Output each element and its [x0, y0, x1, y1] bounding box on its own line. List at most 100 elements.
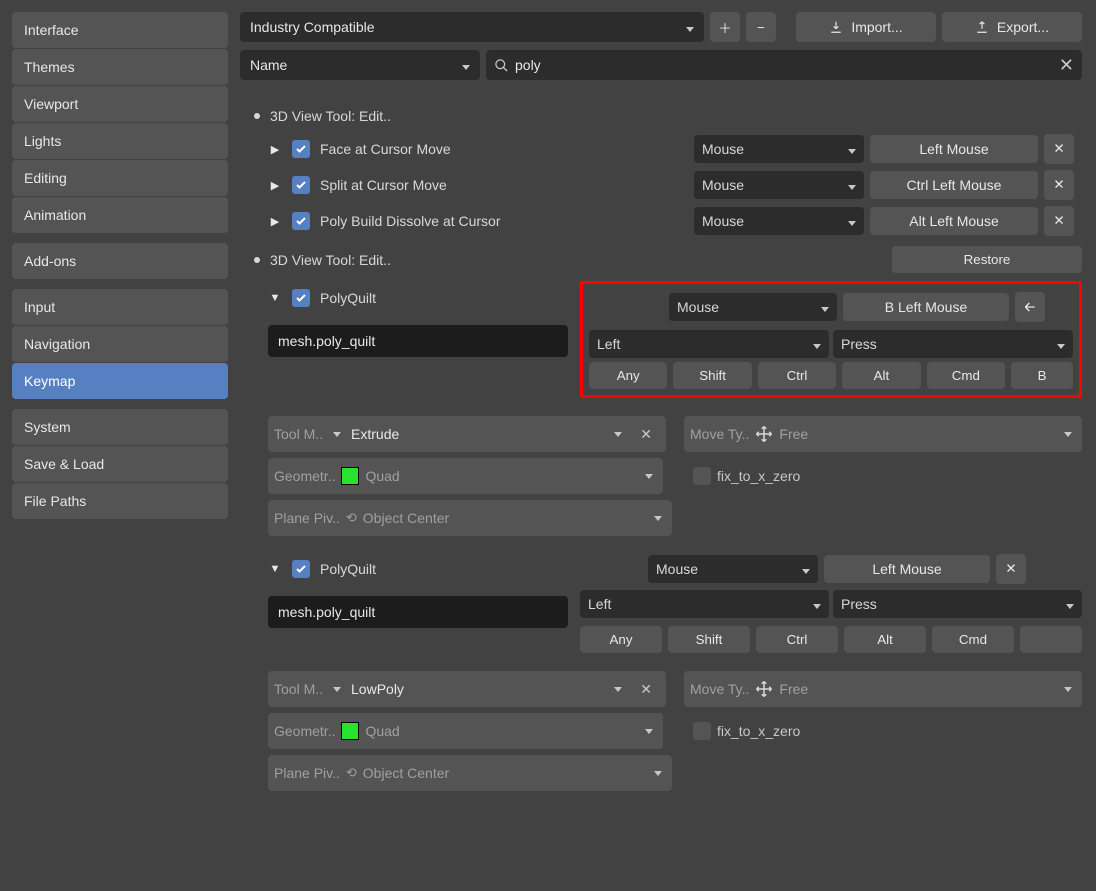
- sidebar-item-file-paths[interactable]: File Paths: [12, 483, 228, 519]
- enable-checkbox[interactable]: [292, 212, 310, 230]
- event-type-select[interactable]: Mouse: [694, 207, 864, 235]
- tool-mode-select[interactable]: Tool M.. Extrude ✕: [268, 416, 666, 452]
- collapse-toggle[interactable]: ▼: [268, 563, 282, 575]
- keymap-row: ▶ Face at Cursor Move Mouse Left Mouse ✕: [240, 132, 1082, 166]
- link-icon: ⟲: [346, 510, 357, 526]
- sidebar-item-input[interactable]: Input: [12, 289, 228, 325]
- sidebar-item-keymap[interactable]: Keymap: [12, 363, 228, 399]
- event-type-select[interactable]: Mouse: [694, 135, 864, 163]
- plane-pivot-select[interactable]: Plane Piv.. ⟲ Object Center: [268, 755, 672, 791]
- sidebar-item-lights[interactable]: Lights: [12, 123, 228, 159]
- identifier-input[interactable]: [268, 596, 568, 628]
- back-button[interactable]: [1015, 292, 1045, 322]
- filter-mode-select[interactable]: Name: [240, 50, 480, 80]
- mod-ctrl[interactable]: Ctrl: [758, 362, 836, 389]
- mouse-event-select[interactable]: Press: [833, 330, 1073, 358]
- chevron-down-icon: [848, 141, 856, 157]
- key-button[interactable]: Alt Left Mouse: [870, 207, 1038, 235]
- geometry-select[interactable]: Geometr.. Quad: [268, 713, 663, 749]
- chevron-down-icon: [1060, 684, 1076, 695]
- export-label: Export...: [997, 19, 1049, 35]
- color-swatch: [341, 722, 359, 740]
- sidebar-item-interface[interactable]: Interface: [12, 12, 228, 48]
- event-type-select[interactable]: Mouse: [694, 171, 864, 199]
- plane-pivot-select[interactable]: Plane Piv.. ⟲ Object Center: [268, 500, 672, 536]
- expand-toggle[interactable]: ▶: [268, 179, 282, 192]
- remove-preset-button[interactable]: −: [746, 12, 776, 42]
- event-type-select[interactable]: Mouse: [648, 555, 818, 583]
- sidebar-item-viewport[interactable]: Viewport: [12, 86, 228, 122]
- fix-checkbox[interactable]: [693, 722, 711, 740]
- identifier-input[interactable]: [268, 325, 568, 357]
- key-button[interactable]: Left Mouse: [824, 555, 990, 583]
- key-button[interactable]: B Left Mouse: [843, 293, 1009, 321]
- mod-cmd[interactable]: Cmd: [927, 362, 1005, 389]
- tool-mode-select[interactable]: Tool M.. LowPoly ✕: [268, 671, 666, 707]
- geometry-select[interactable]: Geometr.. Quad: [268, 458, 663, 494]
- keymap-expanded: ▼ PolyQuilt Mouse B Left Mouse: [240, 281, 1082, 550]
- keymap-row: ▶ Poly Build Dissolve at Cursor Mouse Al…: [240, 204, 1082, 238]
- move-icon: [755, 680, 773, 698]
- preset-select[interactable]: Industry Compatible: [240, 12, 704, 42]
- mod-alt[interactable]: Alt: [844, 626, 926, 653]
- enable-checkbox[interactable]: [292, 176, 310, 194]
- enable-checkbox[interactable]: [292, 560, 310, 578]
- sidebar-item-label: Input: [24, 299, 55, 315]
- search-box[interactable]: ✕: [486, 50, 1082, 80]
- expand-toggle[interactable]: ▶: [268, 215, 282, 228]
- sidebar-item-system[interactable]: System: [12, 409, 228, 445]
- mouse-button-select[interactable]: Left: [580, 590, 829, 618]
- enable-checkbox[interactable]: [292, 289, 310, 307]
- clear-icon[interactable]: ✕: [632, 681, 660, 698]
- add-preset-button[interactable]: ＋: [710, 12, 740, 42]
- mod-cmd[interactable]: Cmd: [932, 626, 1014, 653]
- chevron-down-icon: [641, 471, 657, 482]
- clear-search-icon[interactable]: ✕: [1059, 55, 1074, 76]
- remove-button[interactable]: ✕: [1044, 206, 1074, 236]
- move-type-select[interactable]: Move Ty.. Free: [684, 671, 1082, 707]
- keymap-name: Split at Cursor Move: [320, 177, 447, 193]
- minus-icon: −: [757, 20, 765, 35]
- sidebar-item-navigation[interactable]: Navigation: [12, 326, 228, 362]
- mod-any[interactable]: Any: [589, 362, 667, 389]
- remove-button[interactable]: ✕: [1044, 170, 1074, 200]
- mod-extra[interactable]: [1020, 626, 1082, 653]
- search-input[interactable]: [509, 57, 1059, 73]
- restore-button[interactable]: Restore: [892, 246, 1082, 273]
- sidebar-item-editing[interactable]: Editing: [12, 160, 228, 196]
- collapse-toggle[interactable]: ▼: [268, 292, 282, 304]
- mouse-event-select[interactable]: Press: [833, 590, 1082, 618]
- import-button[interactable]: Import...: [796, 12, 936, 42]
- fix-checkbox[interactable]: [693, 467, 711, 485]
- mod-any[interactable]: Any: [580, 626, 662, 653]
- move-type-select[interactable]: Move Ty.. Free: [684, 416, 1082, 452]
- sidebar-item-themes[interactable]: Themes: [12, 49, 228, 85]
- mod-shift[interactable]: Shift: [673, 362, 751, 389]
- event-type-select[interactable]: Mouse: [669, 293, 837, 321]
- remove-button[interactable]: ✕: [1044, 134, 1074, 164]
- clear-icon[interactable]: ✕: [632, 426, 660, 443]
- expand-toggle[interactable]: ▶: [268, 143, 282, 156]
- mouse-button-select[interactable]: Left: [589, 330, 829, 358]
- chevron-down-icon: [802, 561, 810, 577]
- mod-shift[interactable]: Shift: [668, 626, 750, 653]
- key-button[interactable]: Ctrl Left Mouse: [870, 171, 1038, 199]
- plus-icon: ＋: [718, 18, 731, 37]
- remove-button[interactable]: ✕: [996, 554, 1026, 584]
- export-button[interactable]: Export...: [942, 12, 1082, 42]
- mod-alt[interactable]: Alt: [842, 362, 920, 389]
- bullet-icon: [254, 113, 260, 119]
- export-icon: [975, 20, 989, 34]
- sidebar-item-save-load[interactable]: Save & Load: [12, 446, 228, 482]
- mod-extra[interactable]: B: [1011, 362, 1073, 389]
- color-swatch: [341, 467, 359, 485]
- section-title: 3D View Tool: Edit..: [270, 252, 391, 268]
- enable-checkbox[interactable]: [292, 140, 310, 158]
- operator-properties: Tool M.. LowPoly ✕ Move Ty.. Free: [268, 657, 1082, 805]
- sidebar-item-addons[interactable]: Add-ons: [12, 243, 228, 279]
- mod-ctrl[interactable]: Ctrl: [756, 626, 838, 653]
- chevron-down-icon: [821, 299, 829, 315]
- sidebar-item-label: System: [24, 419, 71, 435]
- key-button[interactable]: Left Mouse: [870, 135, 1038, 163]
- sidebar-item-animation[interactable]: Animation: [12, 197, 228, 233]
